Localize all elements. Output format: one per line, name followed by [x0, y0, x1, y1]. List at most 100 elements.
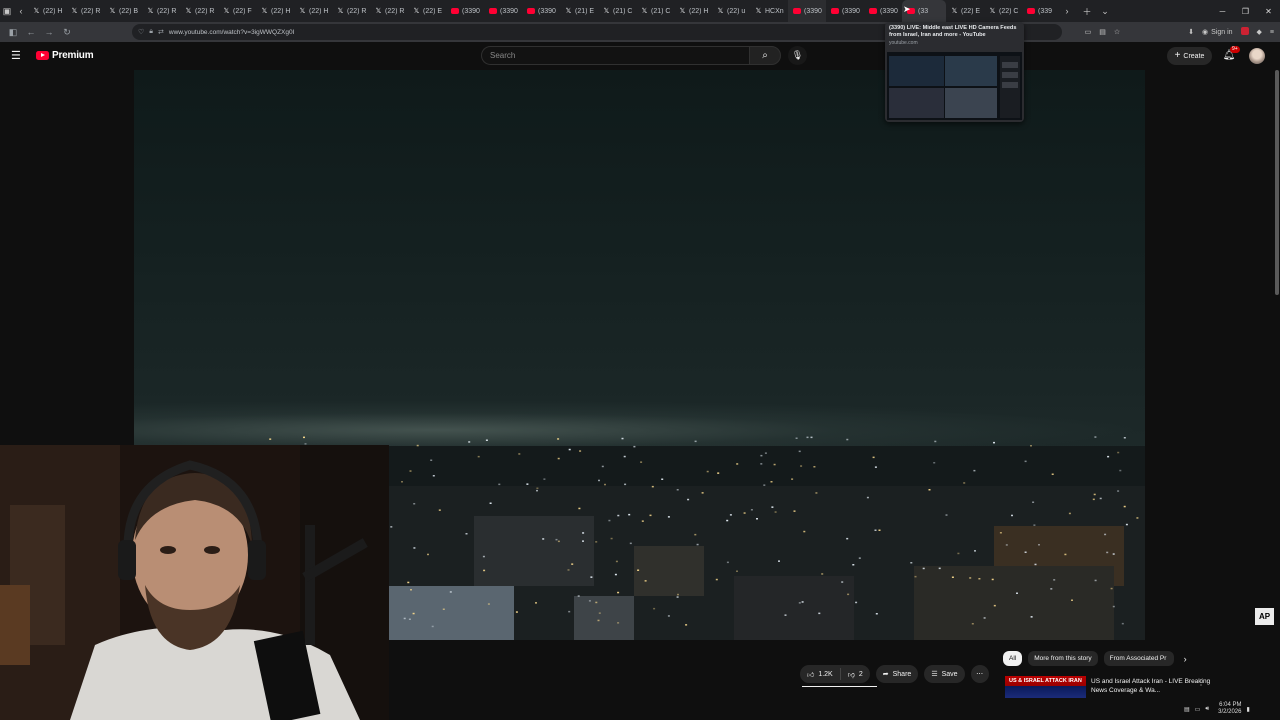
browser-tab[interactable]: (3390 — [484, 0, 522, 22]
window-controls: ─ ❐ ✕ — [1211, 0, 1280, 22]
browser-tab[interactable]: 𝕏 (21) E — [560, 0, 598, 22]
reading-mode-icon[interactable]: ▤ — [1099, 28, 1106, 36]
tab-scroll-right-icon[interactable]: › — [1060, 0, 1074, 22]
sign-in-label: Sign in — [1211, 28, 1233, 36]
chip-more-from-story[interactable]: More from this story — [1028, 651, 1098, 666]
browser-tab[interactable]: 𝕏 HCXn — [750, 0, 788, 22]
close-window-icon[interactable]: ✕ — [1257, 0, 1280, 22]
tab-title: (22) H — [309, 7, 329, 15]
tab-title: (22) H — [43, 7, 63, 15]
browser-tab[interactable]: (3390 — [788, 0, 826, 22]
youtube-favicon-icon — [489, 8, 497, 14]
network-icon[interactable]: ▤ — [1184, 706, 1190, 713]
browser-tab[interactable]: 𝕏 (22) C — [984, 0, 1022, 22]
browser-tab[interactable]: 𝕏 (22) R — [142, 0, 180, 22]
extensions-icon[interactable] — [1240, 27, 1249, 37]
guide-menu-icon[interactable]: ☰ — [11, 50, 23, 62]
browser-tab[interactable]: 𝕏 (22) H — [294, 0, 332, 22]
recommended-menu-icon[interactable]: ⋮ — [1197, 678, 1205, 687]
install-app-icon[interactable]: ▭ — [1085, 28, 1092, 36]
x-favicon-icon: 𝕏 — [413, 8, 420, 15]
tab-title: (22) F — [233, 7, 252, 15]
browser-tab[interactable]: 𝕏 (22) R — [370, 0, 408, 22]
browser-tab[interactable]: 𝕏 (22) R — [332, 0, 370, 22]
clock-time: 6:04 PM — [1219, 702, 1242, 708]
tab-preview-domain: youtube.com — [889, 40, 918, 46]
plus-icon: + — [1174, 50, 1181, 61]
back-icon[interactable]: ← — [22, 27, 40, 37]
browser-tab[interactable]: 𝕏 (22) H — [674, 0, 712, 22]
share-arrow-icon: ➦ — [882, 671, 889, 678]
browser-tab[interactable]: (3390 — [522, 0, 560, 22]
youtube-premium-logo[interactable]: Premium — [36, 50, 94, 61]
url-text[interactable]: www.youtube.com/watch?v=3igWWQZXg0I — [169, 29, 295, 36]
browser-tab[interactable]: 𝕏 (22) R — [180, 0, 218, 22]
restore-icon[interactable]: ❐ — [1234, 0, 1257, 22]
browser-tab[interactable]: 𝕏 (21) C — [598, 0, 636, 22]
browser-tab[interactable]: 𝕏 (22) E — [408, 0, 446, 22]
browser-tab[interactable]: 𝕏 (22) R — [66, 0, 104, 22]
create-button[interactable]: + Create — [1167, 47, 1212, 65]
voice-search-button[interactable]: 🎙︎ — [788, 46, 807, 65]
recommended-title[interactable]: US and Israel Attack Iran - LIVE Breakin… — [1091, 678, 1211, 695]
browser-tab[interactable]: 𝕏 (22) H — [28, 0, 66, 22]
browser-tab[interactable]: (3390 — [446, 0, 484, 22]
tab-search-icon[interactable]: ⌄ — [1098, 0, 1112, 22]
more-actions-button[interactable]: ⋯ — [970, 665, 989, 683]
chip-from-associated-press[interactable]: From Associated Pr — [1103, 651, 1174, 666]
favorite-shield-icon[interactable]: ♡ — [138, 28, 144, 36]
chips-next-icon[interactable]: › — [1184, 654, 1187, 664]
chip-all[interactable]: All — [1003, 651, 1023, 666]
browser-tab[interactable]: 𝕏 (22) F — [218, 0, 256, 22]
browser-tab[interactable]: 𝕏 (22) E — [946, 0, 984, 22]
tab-title: (3390 — [880, 7, 898, 15]
dislike-button[interactable]: 👎︎ 2 — [841, 665, 870, 683]
page-scrollbar[interactable] — [1275, 70, 1279, 295]
recommended-video[interactable]: US & ISRAEL ATTACK IRAN US and Israel At… — [1005, 676, 1275, 698]
browser-menu-icon[interactable]: ≡ — [1270, 29, 1274, 36]
tab-scroll-left-icon[interactable]: ‹ — [14, 0, 28, 22]
tab-title: (3390 — [842, 7, 860, 15]
site-settings-icon[interactable]: ⇄ — [158, 28, 164, 36]
browser-tab[interactable]: (3390 — [826, 0, 864, 22]
system-clock[interactable]: 6:04 PM 3/2/2026 — [1218, 702, 1241, 716]
account-avatar[interactable] — [1249, 48, 1265, 64]
notification-center-icon[interactable]: ▮ — [1246, 706, 1249, 713]
save-button[interactable]: ☰ Save — [924, 665, 965, 683]
recommended-thumbnail[interactable]: US & ISRAEL ATTACK IRAN — [1005, 676, 1086, 698]
new-tab-icon[interactable]: ＋ — [1080, 0, 1094, 22]
browser-tab[interactable]: 𝕏 (22) u — [712, 0, 750, 22]
browser-tab[interactable]: (3390 — [864, 0, 902, 22]
youtube-favicon-icon — [869, 8, 877, 14]
share-button[interactable]: ➦ Share — [875, 665, 919, 683]
volume-icon[interactable]: 🔊︎ — [1205, 706, 1209, 713]
x-favicon-icon: 𝕏 — [375, 8, 382, 15]
browser-tab[interactable]: (339 — [1022, 0, 1060, 22]
x-favicon-icon: 𝕏 — [71, 8, 78, 15]
display-icon[interactable]: ▭ — [1195, 706, 1201, 713]
search-input[interactable]: Search — [481, 46, 749, 65]
sidebar-toggle-icon[interactable]: ◧ — [4, 27, 22, 38]
lock-icon[interactable]: 🔒︎ — [149, 28, 153, 36]
related-filter-chips: All More from this story From Associated… — [1003, 651, 1187, 666]
forward-icon[interactable]: → — [40, 27, 58, 37]
split-view-icon[interactable]: ⬇ — [1188, 28, 1194, 36]
bookmark-star-icon[interactable]: ☆ — [1114, 28, 1120, 36]
browser-tab[interactable]: 𝕏 (22) B — [104, 0, 142, 22]
thumbs-up-icon: 👍︎ — [807, 671, 815, 679]
tab-title: (3390 — [538, 7, 556, 15]
microphone-icon: 🎙︎ — [791, 50, 804, 60]
minimize-icon[interactable]: ─ — [1211, 0, 1234, 22]
tab-title: (22) E — [961, 7, 981, 15]
tab-title: (22) R — [157, 7, 177, 15]
like-button[interactable]: 👍︎ 1.2K — [800, 665, 840, 683]
toolbar-right: ▭ ▤ ☆ ⬇ ◉ Sign in ◆ ≡ — [1085, 22, 1274, 42]
search-button[interactable]: ⌕ — [749, 46, 781, 65]
dislike-count: 2 — [858, 670, 863, 678]
tab-actions-icon[interactable]: ▣ — [0, 0, 14, 22]
copilot-icon[interactable]: ◆ — [1257, 28, 1262, 36]
browser-tab[interactable]: 𝕏 (22) H — [256, 0, 294, 22]
browser-tab[interactable]: 𝕏 (21) C — [636, 0, 674, 22]
reload-icon[interactable]: ↻ — [58, 27, 76, 38]
sign-in-button[interactable]: ◉ Sign in — [1202, 28, 1233, 37]
